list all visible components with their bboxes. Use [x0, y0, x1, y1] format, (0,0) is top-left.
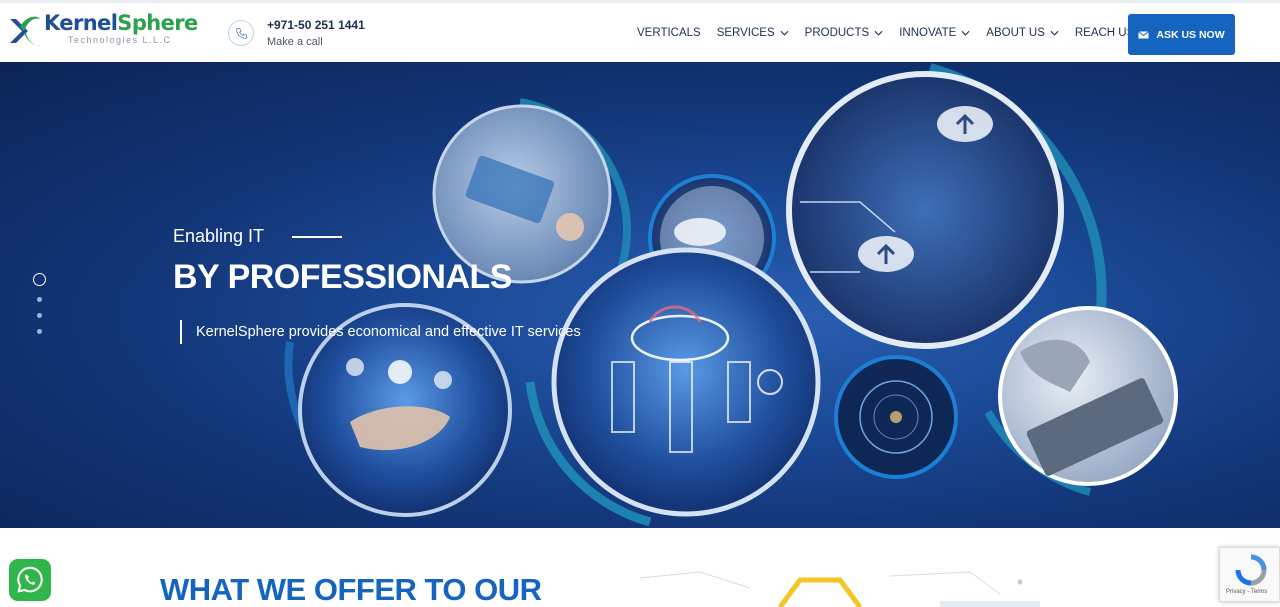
- phone-contact[interactable]: +971-50 251 1441 Make a call: [228, 18, 365, 48]
- recaptcha-links[interactable]: Privacy - Terms: [1226, 589, 1267, 595]
- logo-name: KernelSphere: [44, 11, 198, 35]
- phone-label: Make a call: [267, 36, 323, 48]
- phone-number[interactable]: +971-50 251 1441: [267, 18, 365, 32]
- slider-pagination: [33, 273, 47, 334]
- hero-description: KernelSphere provides economical and eff…: [180, 320, 581, 344]
- chevron-down-icon: [874, 30, 883, 36]
- nav-item-products[interactable]: PRODUCTS: [805, 27, 884, 39]
- chevron-down-icon: [780, 30, 789, 36]
- ask-us-now-label: ASK US NOW: [1156, 28, 1225, 41]
- ask-us-now-button[interactable]: ASK US NOW: [1128, 14, 1235, 55]
- nav-item-verticals[interactable]: VERTICALS: [637, 27, 701, 39]
- logo-subtitle: Technologies L.L.C: [68, 35, 172, 45]
- kicker-divider: [292, 235, 343, 238]
- slider-dot-4[interactable]: [37, 329, 42, 334]
- page: KernelSphere Technologies L.L.C +971-50 …: [0, 0, 1280, 607]
- whatsapp-button[interactable]: [9, 559, 51, 601]
- company-logo[interactable]: KernelSphere Technologies L.L.C: [8, 13, 198, 55]
- chevron-down-icon: [1050, 30, 1059, 36]
- recaptcha-icon: [1235, 554, 1267, 586]
- site-header: KernelSphere Technologies L.L.C +971-50 …: [0, 0, 1280, 62]
- offer-illustration: [640, 568, 1106, 607]
- whatsapp-icon: [17, 566, 43, 593]
- slider-dot-3[interactable]: [37, 313, 42, 318]
- nav-item-innovate[interactable]: INNOVATE: [899, 27, 970, 39]
- recaptcha-badge[interactable]: Privacy - Terms: [1219, 547, 1280, 602]
- hero-kicker: Enabling IT: [173, 226, 343, 247]
- section-title: WHAT WE OFFER TO OUR: [160, 572, 542, 607]
- nav-item-services[interactable]: SERVICES: [717, 27, 789, 39]
- logo-mark-icon: [10, 16, 41, 46]
- envelope-icon: [1138, 30, 1150, 38]
- chevron-down-icon: [961, 30, 970, 36]
- slider-dot-2[interactable]: [37, 297, 42, 302]
- phone-icon: [228, 20, 254, 46]
- slider-dot-1[interactable]: [33, 273, 46, 286]
- hero-title: BY PROFESSIONALS: [173, 258, 513, 296]
- hero-slider: Enabling IT BY PROFESSIONALS KernelSpher…: [0, 62, 1280, 528]
- nav-item-about-us[interactable]: ABOUT US: [986, 27, 1059, 39]
- main-nav: VERTICALS SERVICES PRODUCTS INNOVATE ABO…: [637, 27, 1164, 39]
